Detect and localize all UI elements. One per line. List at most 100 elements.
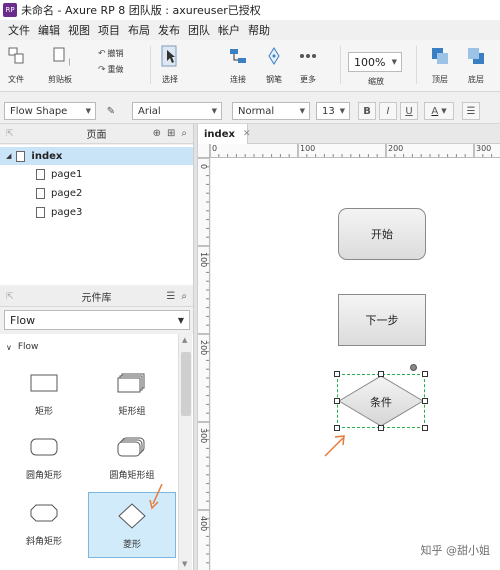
widget-rounded-rectangle[interactable]: 圆角矩形	[0, 424, 88, 490]
redo-label: 重做	[107, 65, 124, 74]
undo-button[interactable]: ↶ 撤销	[98, 48, 124, 59]
design-canvas[interactable]: 开始 下一步 条件	[211, 158, 500, 570]
rectangle-icon	[30, 372, 58, 394]
resize-handle[interactable]	[422, 425, 428, 431]
widget-label: 圆角矩形	[25, 471, 62, 481]
annotation-arrow-icon	[149, 483, 163, 510]
italic-button[interactable]: I	[379, 102, 397, 120]
search-icon[interactable]: ⌕	[181, 291, 187, 302]
library-select[interactable]: Flow ▼	[4, 310, 190, 330]
widget-rounded-rectangle-group[interactable]: 圆角矩形组	[88, 424, 176, 490]
chevron-down-icon: ▼	[299, 107, 305, 115]
font-weight-select[interactable]: Normal ▼	[232, 102, 310, 120]
widget-beveled-rectangle[interactable]: 斜角矩形	[0, 490, 88, 556]
font-color-button[interactable]: A ▼	[424, 102, 454, 120]
menu-view[interactable]: 视图	[64, 22, 94, 38]
widget-rectangle[interactable]: 矩形	[0, 360, 88, 426]
send-to-bottom-button[interactable]: 底层	[466, 46, 486, 85]
pen-icon	[264, 46, 284, 66]
page-item-page3[interactable]: page3	[0, 203, 193, 221]
widget-label: 菱形	[122, 540, 141, 550]
main-toolbar: 文件 剪贴板 ↶ 撤销 ↷ 重做 选择 连接 钢笔 更多 100% ▼ 缩放 顶…	[0, 40, 500, 92]
resize-handle[interactable]	[334, 398, 340, 404]
menu-publish[interactable]: 发布	[154, 22, 184, 38]
chevron-down-icon: ▼	[441, 107, 447, 115]
panel-collapse-icon[interactable]: ⇱	[6, 292, 14, 302]
zoom-select[interactable]: 100% ▼	[348, 52, 402, 72]
connect-button[interactable]: 连接	[228, 46, 248, 85]
clipboard-icon	[50, 46, 70, 66]
shape-label: 条件	[370, 396, 392, 409]
rounded-rectangle-group-icon	[117, 436, 147, 458]
pen-button[interactable]: 钢笔	[264, 46, 284, 85]
page-icon	[36, 206, 45, 218]
search-icon[interactable]: ⌕	[181, 128, 187, 139]
panel-collapse-icon[interactable]: ⇱	[6, 129, 14, 139]
widget-rectangle-group[interactable]: 矩形组	[88, 360, 176, 426]
library-panel-title: 元件库	[81, 293, 112, 304]
connect-label: 连接	[230, 75, 246, 84]
axure-logo-icon: RP	[3, 3, 17, 17]
bullet-list-icon[interactable]: ☰	[462, 102, 480, 120]
menu-bar: 文件 编辑 视图 项目 布局 发布 团队 帐户 帮助	[0, 20, 500, 40]
redo-button[interactable]: ↷ 重做	[98, 64, 124, 75]
more-button[interactable]: 更多	[298, 46, 318, 85]
menu-edit[interactable]: 编辑	[34, 22, 64, 38]
widget-label: 矩形	[34, 407, 53, 417]
menu-team[interactable]: 团队	[184, 22, 214, 38]
pages-panel-title: 页面	[86, 130, 107, 141]
ruler-ticks	[210, 144, 493, 157]
page-icon	[16, 150, 26, 162]
close-icon[interactable]: ✕	[243, 129, 251, 139]
top-label: 顶层	[432, 75, 448, 84]
add-page-icon[interactable]: ⊕	[153, 128, 161, 139]
menu-icon[interactable]: ☰	[166, 291, 175, 302]
rotation-handle[interactable]	[410, 364, 417, 371]
send-to-back-icon	[466, 46, 486, 66]
scroll-up-icon[interactable]: ▲	[182, 336, 187, 344]
flow-shape-start[interactable]: 开始	[338, 208, 426, 260]
library-category[interactable]: ∨ Flow	[6, 342, 38, 352]
select-button[interactable]: 选择	[160, 45, 180, 85]
page-label: page2	[51, 187, 83, 199]
chevron-down-icon: ▼	[85, 107, 91, 115]
scroll-down-icon[interactable]: ▼	[182, 560, 187, 568]
format-painter-icon[interactable]: ✎	[102, 102, 120, 120]
ruler-tick-label: 0	[199, 164, 208, 170]
bold-button[interactable]: B	[358, 102, 376, 120]
font-size-select[interactable]: 13 ▼	[316, 102, 350, 120]
menu-account[interactable]: 帐户	[214, 22, 244, 38]
library-category-label: Flow	[17, 342, 39, 352]
bring-to-top-button[interactable]: 顶层	[430, 46, 450, 85]
vertical-ruler: 0 100 200 300 400	[198, 158, 210, 570]
clipboard-button[interactable]: 剪贴板	[48, 46, 72, 85]
underline-button[interactable]: U	[400, 102, 418, 120]
library-scrollbar[interactable]: ▲ ▼	[178, 334, 192, 570]
resize-handle[interactable]	[378, 371, 384, 377]
beveled-rectangle-icon	[30, 502, 58, 524]
page-item-index[interactable]: ◢ index	[0, 147, 193, 165]
scroll-thumb[interactable]	[181, 352, 191, 416]
resize-handle[interactable]	[422, 371, 428, 377]
resize-handle[interactable]	[378, 425, 384, 431]
format-bar: Flow Shape ▼ ✎ Arial ▼ Normal ▼ 13 ▼ B I…	[0, 98, 500, 124]
font-select[interactable]: Arial ▼	[132, 102, 222, 120]
menu-help[interactable]: 帮助	[244, 22, 274, 38]
resize-handle[interactable]	[334, 371, 340, 377]
resize-handle[interactable]	[422, 398, 428, 404]
style-select[interactable]: Flow Shape ▼	[4, 102, 96, 120]
ruler-tick-label: 0	[212, 144, 218, 153]
file-button[interactable]: 文件	[6, 46, 26, 85]
menu-layout[interactable]: 布局	[124, 22, 154, 38]
font-weight-value: Normal	[238, 105, 275, 117]
tab-index[interactable]: index ✕	[198, 124, 251, 144]
page-item-page2[interactable]: page2	[0, 184, 193, 202]
more-dots-icon	[298, 46, 318, 66]
flow-shape-next-step[interactable]: 下一步	[338, 294, 426, 346]
menu-project[interactable]: 项目	[94, 22, 124, 38]
page-item-page1[interactable]: page1	[0, 165, 193, 183]
pages-tree: ◢ index page1 page2 page3	[0, 145, 193, 285]
add-folder-icon[interactable]: ⊞	[167, 128, 175, 139]
expand-triangle-icon[interactable]: ◢	[6, 152, 11, 160]
menu-file[interactable]: 文件	[4, 22, 34, 38]
